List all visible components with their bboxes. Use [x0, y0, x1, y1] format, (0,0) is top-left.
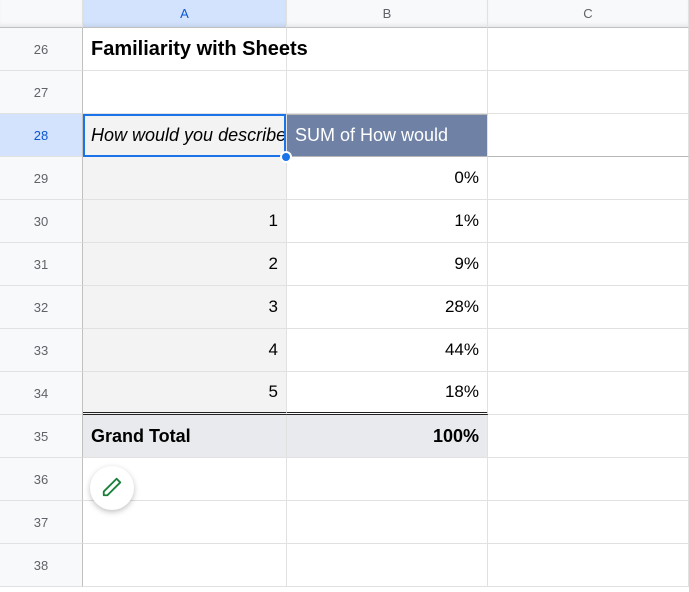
cell-b37[interactable]: [287, 501, 488, 544]
row-header-36[interactable]: 36: [0, 458, 83, 501]
cell-a27[interactable]: [83, 71, 287, 114]
edit-pivot-button[interactable]: [90, 466, 134, 510]
cell-b32[interactable]: 28%: [287, 286, 488, 329]
row-32: 32 3 28%: [0, 286, 689, 329]
cell-a32[interactable]: 3: [83, 286, 287, 329]
row-26: 26: [0, 28, 689, 71]
cell-a28[interactable]: How would you describe: [83, 114, 287, 157]
row-header-27[interactable]: 27: [0, 71, 83, 114]
row-header-38[interactable]: 38: [0, 544, 83, 587]
pencil-icon: [101, 476, 123, 501]
cell-b38[interactable]: [287, 544, 488, 587]
cell-a30[interactable]: 1: [83, 200, 287, 243]
col-header-a[interactable]: A: [83, 0, 287, 28]
cell-c37[interactable]: [488, 501, 689, 544]
row-header-34[interactable]: 34: [0, 372, 83, 415]
cell-c38[interactable]: [488, 544, 689, 587]
row-header-30[interactable]: 30: [0, 200, 83, 243]
row-38: 38: [0, 544, 689, 587]
cell-b27[interactable]: [287, 71, 488, 114]
row-header-37[interactable]: 37: [0, 501, 83, 544]
row-header-29[interactable]: 29: [0, 157, 83, 200]
cell-c29[interactable]: [488, 157, 689, 200]
selection-handle[interactable]: [280, 151, 292, 163]
col-header-b[interactable]: B: [287, 0, 488, 28]
corner-cell[interactable]: [0, 0, 83, 28]
row-header-28[interactable]: 28: [0, 114, 83, 157]
cell-c27[interactable]: [488, 71, 689, 114]
cell-a38[interactable]: [83, 544, 287, 587]
cell-c32[interactable]: [488, 286, 689, 329]
cell-a26[interactable]: [83, 28, 287, 71]
cell-c31[interactable]: [488, 243, 689, 286]
row-27: 27: [0, 71, 689, 114]
cell-a34[interactable]: 5: [83, 372, 287, 415]
row-31: 31 2 9%: [0, 243, 689, 286]
row-30: 30 1 1%: [0, 200, 689, 243]
row-header-33[interactable]: 33: [0, 329, 83, 372]
column-headers-row: A B C: [0, 0, 689, 28]
cell-b30[interactable]: 1%: [287, 200, 488, 243]
cell-b36[interactable]: [287, 458, 488, 501]
row-29: 29 0%: [0, 157, 689, 200]
cell-b29[interactable]: 0%: [287, 157, 488, 200]
cell-b31[interactable]: 9%: [287, 243, 488, 286]
row-header-35[interactable]: 35: [0, 415, 83, 458]
row-28: 28 How would you describe SUM of How wou…: [0, 114, 689, 157]
row-header-31[interactable]: 31: [0, 243, 83, 286]
cell-c30[interactable]: [488, 200, 689, 243]
cell-a33[interactable]: 4: [83, 329, 287, 372]
cell-a35[interactable]: Grand Total: [83, 415, 287, 458]
cell-b34[interactable]: 18%: [287, 372, 488, 415]
col-header-c[interactable]: C: [488, 0, 689, 28]
cell-b33[interactable]: 44%: [287, 329, 488, 372]
cell-c28[interactable]: [488, 114, 689, 157]
row-34: 34 5 18%: [0, 372, 689, 415]
row-header-26[interactable]: 26: [0, 28, 83, 71]
cell-b26[interactable]: [287, 28, 488, 71]
cell-b28[interactable]: SUM of How would: [287, 114, 488, 157]
cell-b35[interactable]: 100%: [287, 415, 488, 458]
cell-a29[interactable]: [83, 157, 287, 200]
cell-a31[interactable]: 2: [83, 243, 287, 286]
cell-c35[interactable]: [488, 415, 689, 458]
cell-c26[interactable]: [488, 28, 689, 71]
cell-c36[interactable]: [488, 458, 689, 501]
cell-c33[interactable]: [488, 329, 689, 372]
row-35: 35 Grand Total 100%: [0, 415, 689, 458]
row-header-32[interactable]: 32: [0, 286, 83, 329]
cell-c34[interactable]: [488, 372, 689, 415]
row-33: 33 4 44%: [0, 329, 689, 372]
